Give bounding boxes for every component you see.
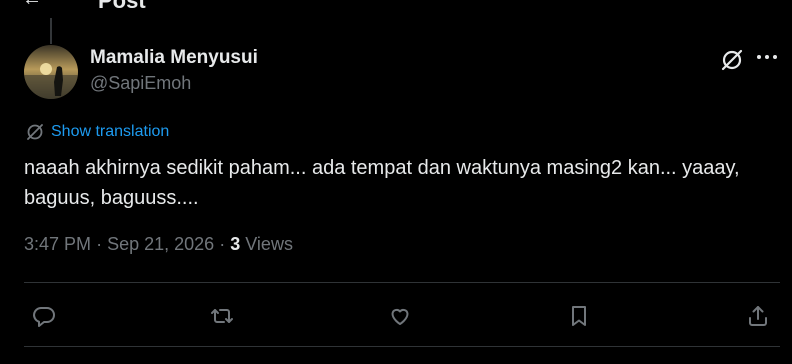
meta-separator: · [219, 234, 226, 254]
more-options-icon[interactable] [754, 44, 780, 70]
share-icon [749, 306, 767, 326]
globe-translate-icon [27, 124, 43, 140]
reply-button[interactable] [26, 298, 62, 334]
repost-button[interactable] [204, 298, 240, 334]
post-meta: 3:47 PM · Sep 21, 2026 · 3 Views [24, 234, 293, 255]
grok-icon[interactable] [719, 47, 745, 73]
like-button[interactable] [382, 298, 418, 334]
post-date[interactable]: Sep 21, 2026 [107, 234, 214, 254]
show-translation-link[interactable]: Show translation [25, 121, 169, 143]
divider-bottom [24, 346, 780, 347]
reply-icon [33, 307, 55, 327]
views-label[interactable]: Views [245, 234, 293, 254]
avatar-image [24, 45, 78, 99]
top-bar: ← Post [0, 0, 792, 14]
share-button[interactable] [740, 298, 776, 334]
avatar[interactable] [24, 45, 78, 99]
bookmark-icon [572, 306, 586, 326]
like-icon [391, 308, 409, 325]
author-handle[interactable]: @SapiEmoh [90, 73, 191, 94]
bookmark-button[interactable] [561, 298, 597, 334]
author-name[interactable]: Mamalia Menyusui [90, 47, 258, 69]
views-count[interactable]: 3 [230, 234, 240, 254]
action-bar [0, 298, 792, 334]
post-text: naaah akhirnya sedikit paham... ada temp… [24, 157, 740, 209]
back-arrow-icon[interactable]: ← [22, 0, 42, 11]
meta-separator: · [96, 234, 103, 254]
divider-top [24, 282, 780, 283]
page-title: Post [98, 0, 146, 13]
thread-line [50, 18, 52, 44]
repost-icon [211, 309, 233, 323]
post-time[interactable]: 3:47 PM [24, 234, 91, 254]
show-translation-label[interactable]: Show translation [51, 123, 169, 141]
